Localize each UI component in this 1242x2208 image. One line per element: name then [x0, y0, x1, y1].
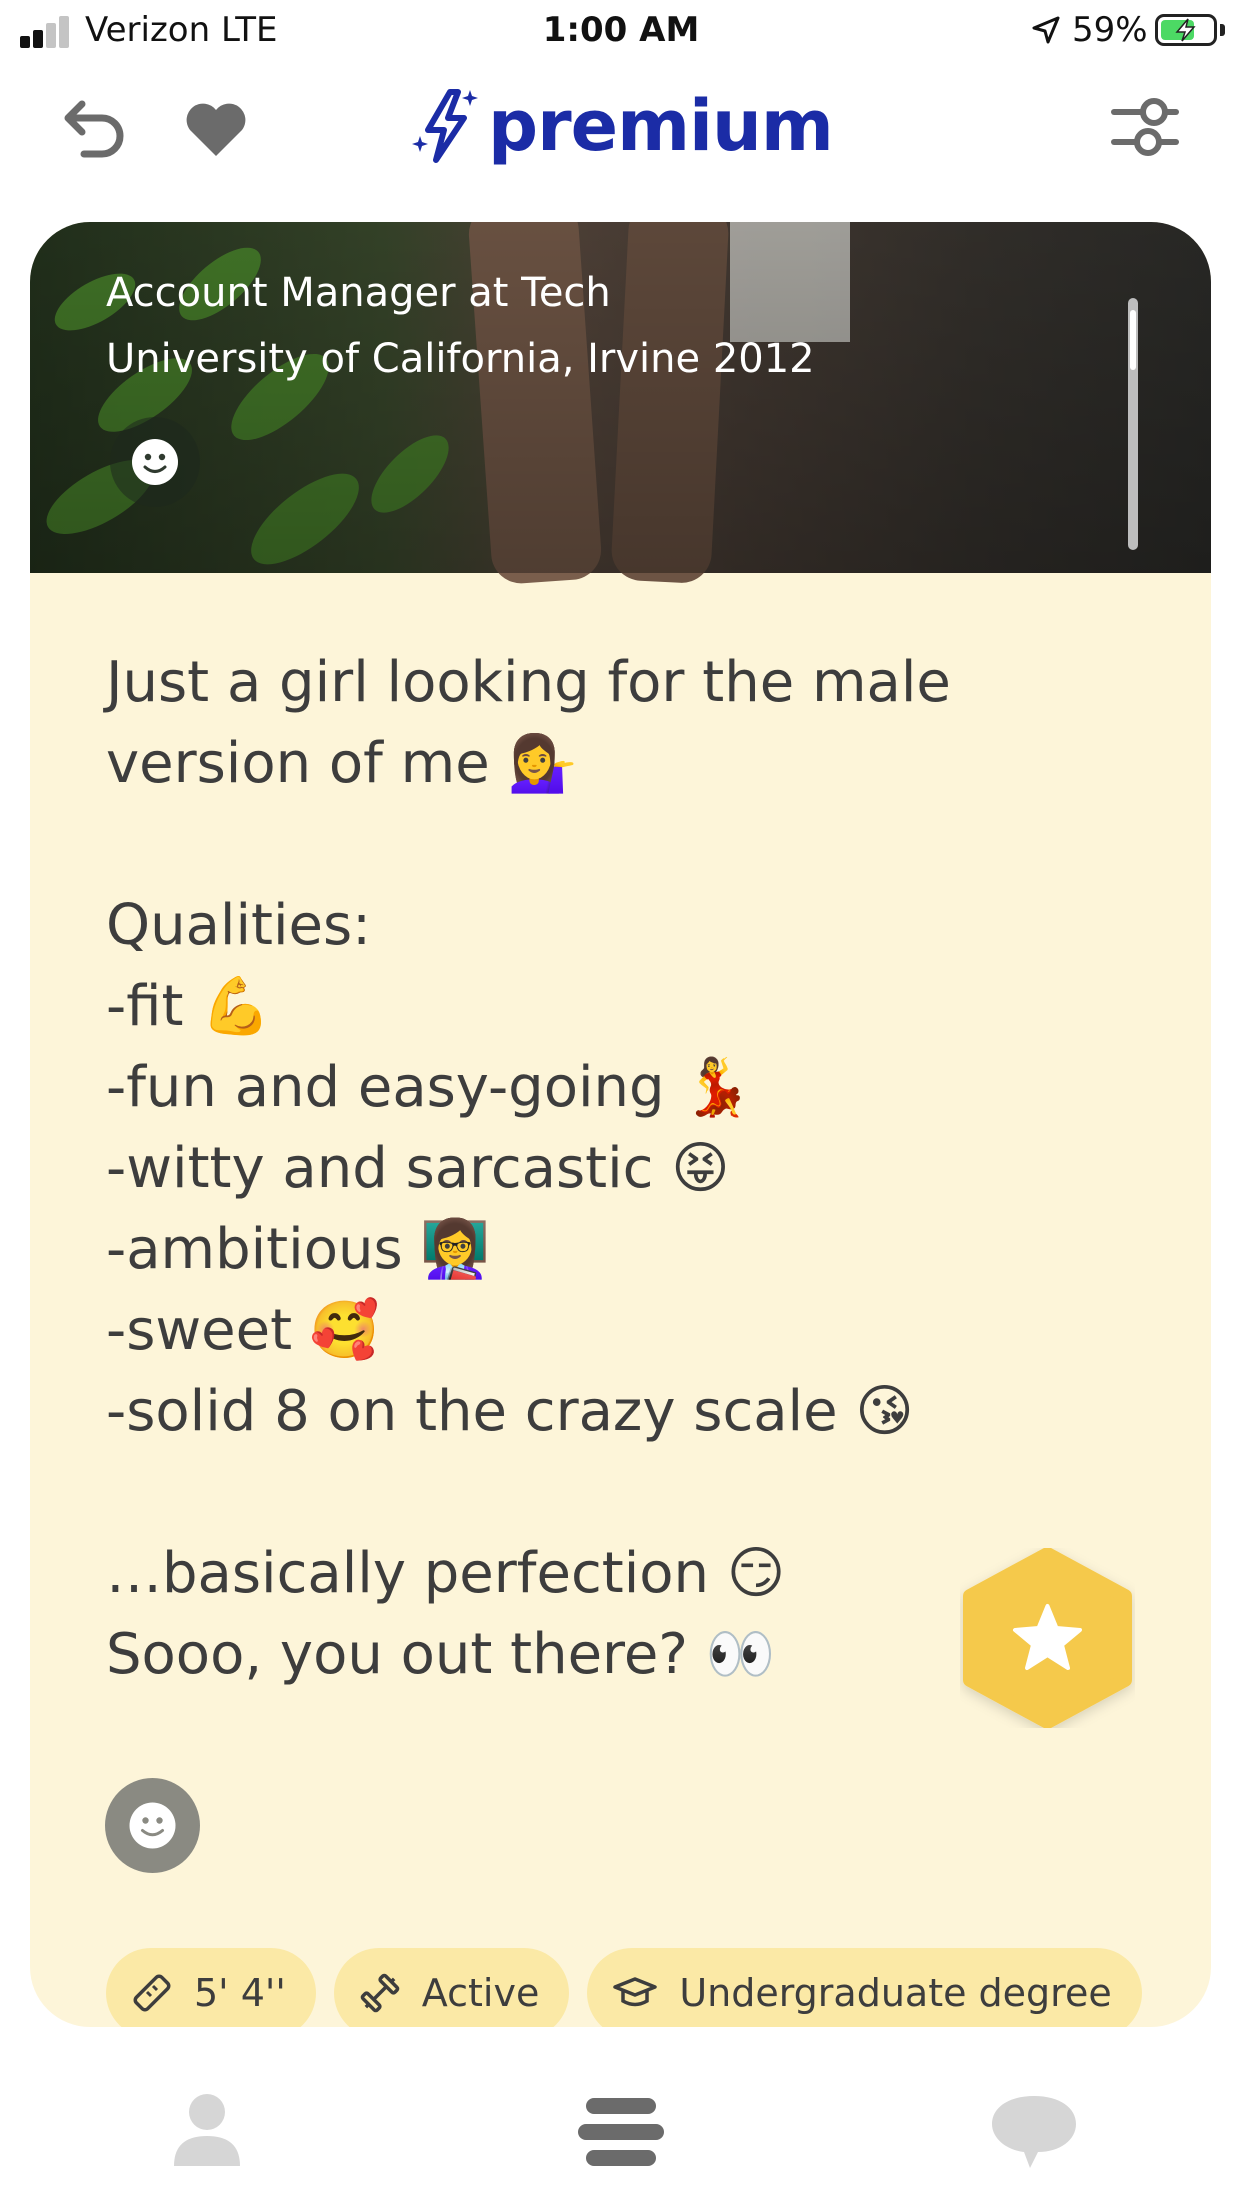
bio-text: Just a girl looking for the male version… — [106, 650, 951, 1687]
sparkle-bolt-icon — [412, 89, 478, 163]
bottom-nav — [0, 2050, 1242, 2208]
chip-exercise: Active — [333, 1948, 570, 2027]
job-title: Account Manager at Tech — [106, 270, 611, 316]
bio-react-button[interactable] — [105, 1778, 200, 1873]
chip-label: 5' 4'' — [194, 1971, 286, 2015]
status-bar: Verizon LTE 1:00 AM 59% — [0, 0, 1242, 62]
chat-icon[interactable] — [990, 2092, 1078, 2172]
smiley-icon — [129, 1802, 176, 1849]
photo-react-button[interactable] — [110, 417, 200, 507]
school: University of California, Irvine 2012 — [106, 336, 815, 382]
chip-height: 5' 4'' — [106, 1948, 316, 2027]
logo-text: premium — [488, 85, 834, 167]
smiley-icon — [132, 439, 178, 485]
dumbbell-icon — [360, 1973, 400, 2013]
battery-cap — [1220, 24, 1225, 36]
chip-education: Undergraduate degree — [587, 1948, 1142, 2027]
battery-icon — [1155, 14, 1217, 46]
scrollbar-thumb[interactable] — [1130, 310, 1136, 370]
sliders-icon[interactable] — [1110, 94, 1180, 160]
heart-icon[interactable] — [182, 98, 250, 158]
battery-percent: 59% — [1072, 10, 1148, 50]
profile-chips: 5' 4'' Active Undergraduate degree — [106, 1948, 1142, 2027]
profile-photo: ▔▔▔ Account Manager at Tech University o… — [30, 222, 1211, 586]
chip-label: Active — [421, 1971, 540, 2015]
profile-card[interactable]: ▔▔▔ Account Manager at Tech University o… — [30, 222, 1211, 2027]
superswipe-button[interactable] — [960, 1548, 1135, 1728]
ruler-icon — [133, 1974, 171, 2012]
name-cut-off: ▔▔▔ — [106, 222, 263, 270]
graduation-cap-icon — [613, 1977, 658, 2007]
location-arrow-icon — [1032, 16, 1060, 44]
undo-icon[interactable] — [62, 98, 128, 158]
chip-label: Undergraduate degree — [679, 1971, 1112, 2015]
profile-icon[interactable] — [172, 2092, 242, 2168]
cards-icon[interactable] — [578, 2094, 664, 2170]
premium-logo: premium — [410, 85, 834, 167]
